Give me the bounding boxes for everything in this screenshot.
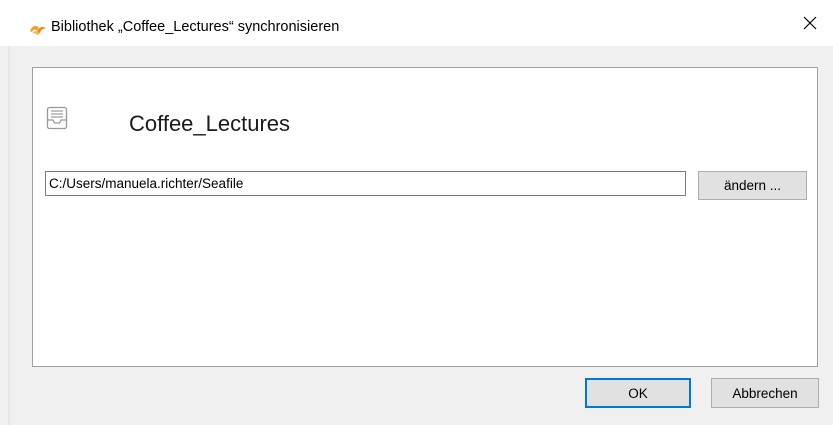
- change-path-button[interactable]: ändern ...: [698, 171, 807, 200]
- sync-library-dialog: Bibliothek „Coffee_Lectures“ synchronisi…: [0, 0, 833, 425]
- window-title: Bibliothek „Coffee_Lectures“ synchronisi…: [51, 19, 340, 35]
- library-name: Coffee_Lectures: [129, 111, 291, 136]
- library-tray-icon: [46, 106, 68, 130]
- window-edge: [8, 46, 10, 425]
- ok-button[interactable]: OK: [585, 378, 691, 408]
- cancel-button[interactable]: Abbrechen: [711, 378, 819, 408]
- content-panel: Coffee_Lectures ändern ...: [32, 67, 818, 367]
- close-icon: [803, 16, 817, 30]
- seafile-icon: [30, 25, 46, 35]
- path-input[interactable]: [45, 171, 686, 196]
- title-bar: Bibliothek „Coffee_Lectures“ synchronisi…: [0, 0, 833, 46]
- close-button[interactable]: [787, 0, 833, 46]
